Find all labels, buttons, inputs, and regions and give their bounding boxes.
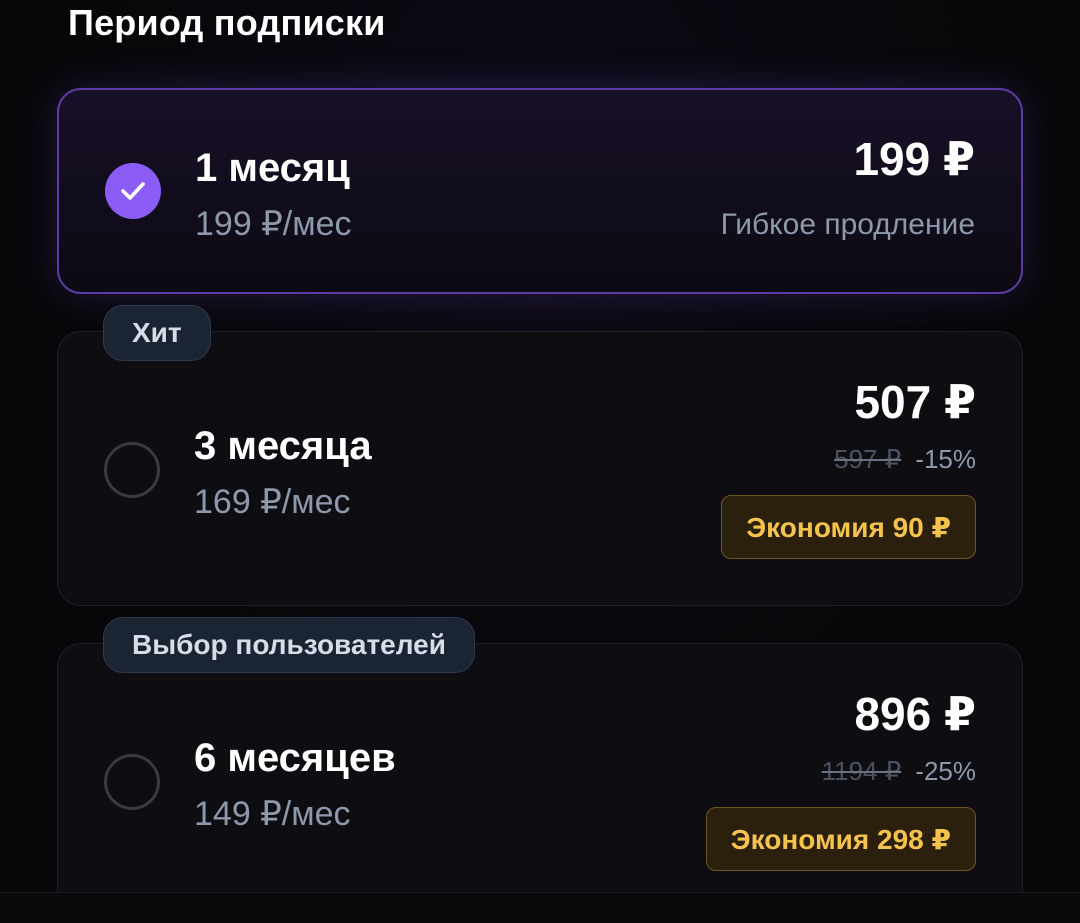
plan-price: 896 ₽ — [854, 688, 976, 740]
radio-unselected[interactable] — [104, 442, 160, 498]
badge-users-choice: Выбор пользователей — [103, 617, 475, 673]
bottom-bar — [0, 892, 1080, 923]
discount-percent: -25% — [915, 756, 976, 786]
badge-hit: Хит — [103, 305, 211, 361]
plan-name: 6 месяцев — [194, 736, 396, 780]
plan-per-month-price: 169 ₽/мес — [194, 483, 351, 521]
discount-percent: -15% — [915, 444, 976, 474]
old-price-line: 597 ₽ -15% — [834, 444, 976, 475]
savings-badge: Экономия 90 ₽ — [721, 495, 976, 559]
plan-note: Гибкое продление — [720, 208, 975, 241]
radio-selected[interactable] — [105, 163, 161, 219]
plan-option-6-months[interactable]: 6 месяцев 149 ₽/мес 896 ₽ 1194 ₽ -25% Эко… — [57, 643, 1023, 923]
plan-per-month-price: 199 ₽/мес — [195, 205, 352, 243]
old-price: 597 ₽ — [834, 444, 902, 474]
plan-option-3-months[interactable]: 3 месяца 169 ₽/мес 507 ₽ 597 ₽ -15% Эконо… — [57, 331, 1023, 606]
plan-price: 199 ₽ — [853, 133, 975, 185]
plan-per-month-price: 149 ₽/мес — [194, 795, 351, 833]
section-title: Период подписки — [68, 2, 386, 43]
radio-unselected[interactable] — [104, 754, 160, 810]
plan-option-1-month[interactable]: 1 месяц 199 ₽/мес 199 ₽ Гибкое продление — [57, 88, 1023, 294]
plan-name: 3 месяца — [194, 424, 372, 468]
old-price-line: 1194 ₽ -25% — [822, 756, 976, 787]
old-price: 1194 ₽ — [821, 756, 902, 786]
plan-price: 507 ₽ — [854, 376, 976, 428]
savings-badge: Экономия 298 ₽ — [705, 807, 976, 871]
check-icon — [121, 182, 145, 200]
subscription-period-screen: Период подписки 1 месяц 199 ₽/мес 199 ₽ … — [0, 0, 1080, 923]
plan-name: 1 месяц — [195, 146, 350, 190]
